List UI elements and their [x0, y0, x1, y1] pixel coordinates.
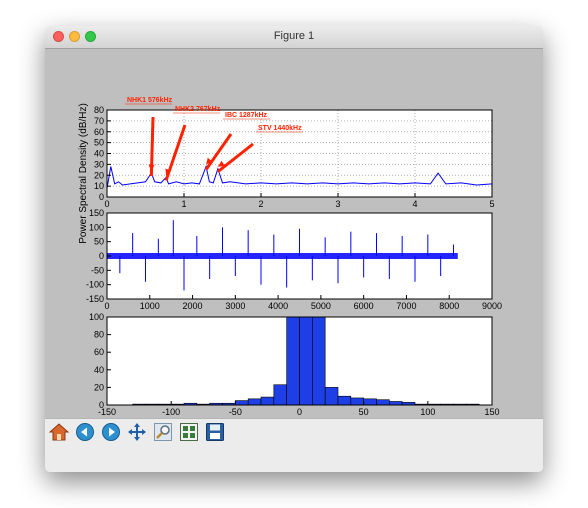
- x-tick-label: 150: [484, 407, 499, 417]
- x-tick-label: -50: [229, 407, 242, 417]
- x-tick-label: 1000: [140, 301, 160, 311]
- x-tick-label: 4000: [268, 301, 288, 311]
- y-tick-label: 50: [94, 237, 104, 247]
- y-tick-label: 100: [89, 222, 104, 232]
- y-tick-label: -150: [86, 294, 104, 304]
- histogram-bar: [324, 387, 339, 406]
- y-tick-label: 60: [94, 127, 104, 137]
- x-tick-label: 6000: [354, 301, 374, 311]
- histogram-bar: [389, 401, 403, 406]
- y-tick-label: 80: [94, 330, 104, 340]
- y-tick-label: 20: [94, 170, 104, 180]
- y-tick-label: 50: [94, 138, 104, 148]
- histogram-bar: [235, 400, 249, 406]
- zoom-icon: [154, 423, 172, 441]
- y-tick-label: 150: [89, 208, 104, 218]
- home-button[interactable]: [48, 422, 70, 442]
- forward-icon: [102, 423, 120, 441]
- y-tick-label: 0: [99, 192, 104, 202]
- window-title: Figure 1: [273, 30, 315, 42]
- y-tick-label: 0: [99, 251, 104, 261]
- histogram-bar: [350, 397, 364, 406]
- x-tick-label: 50: [359, 407, 369, 417]
- histogram-bar: [312, 316, 326, 406]
- subplots-icon: [180, 423, 198, 441]
- histogram-bar: [299, 316, 313, 406]
- annotation-label: NHK1 576kHz: [127, 97, 173, 104]
- histogram-bar: [247, 398, 262, 406]
- forward-button[interactable]: [101, 422, 121, 442]
- x-tick-label: 0: [104, 301, 109, 311]
- y-tick-label: 0: [99, 400, 104, 410]
- configure-subplots-button[interactable]: [179, 422, 199, 442]
- y-tick-label: 40: [94, 365, 104, 375]
- save-button[interactable]: [205, 422, 225, 442]
- y-tick-label: 20: [94, 382, 104, 392]
- y-axis-label: Power Spectral Density (dB/Hz): [78, 103, 89, 244]
- x-tick-label: 3000: [225, 301, 245, 311]
- y-tick-label: 10: [94, 181, 104, 191]
- figure-canvas[interactable]: 0 1 2 3 4 5 0 10 20 30 40 50 60 70 80 Power Spectral De…: [45, 49, 543, 418]
- histogram-bar: [363, 398, 377, 406]
- y-tick-label: -100: [86, 280, 104, 290]
- save-icon: [206, 423, 224, 441]
- histogram-bar: [337, 395, 352, 406]
- x-tick-label: 1: [181, 199, 186, 209]
- x-tick-label: 8000: [439, 301, 459, 311]
- annotation-label: NHK2 767kHz: [175, 106, 221, 113]
- pan-button[interactable]: [127, 422, 147, 442]
- pan-icon: [128, 423, 146, 441]
- x-tick-label: 7000: [396, 301, 416, 311]
- title-bar[interactable]: Figure 1: [45, 26, 543, 49]
- x-tick-label: 5000: [311, 301, 331, 311]
- histogram-bar: [286, 316, 300, 406]
- y-tick-label: 40: [94, 149, 104, 159]
- x-tick-label: 3: [335, 199, 340, 209]
- y-tick-label: -50: [91, 265, 104, 275]
- y-tick-label: 100: [89, 312, 104, 322]
- x-tick-label: 2000: [183, 301, 203, 311]
- x-tick-label: 0: [297, 407, 302, 417]
- x-tick-label: 2: [258, 199, 263, 209]
- x-tick-label: 0: [104, 199, 109, 209]
- annotation-label: IBC 1287kHz: [225, 112, 268, 119]
- x-tick-label: 5: [489, 199, 494, 209]
- x-tick-label: -100: [162, 407, 180, 417]
- histogram-bar: [273, 384, 287, 406]
- back-icon: [76, 423, 94, 441]
- navigation-toolbar: [45, 418, 543, 472]
- y-tick-label: 80: [94, 105, 104, 115]
- y-tick-label: 70: [94, 116, 104, 126]
- y-tick-label: 30: [94, 159, 104, 169]
- home-icon: [48, 423, 70, 441]
- histogram-bar: [376, 399, 390, 406]
- plots-svg: 0 1 2 3 4 501020304050607080Power Spectral De…: [78, 97, 502, 417]
- x-tick-label: 100: [420, 407, 435, 417]
- signal-band: [107, 253, 458, 259]
- y-tick-label: 60: [94, 347, 104, 357]
- histogram-bar: [260, 396, 275, 406]
- zoom-button[interactable]: [153, 422, 173, 442]
- x-tick-label: 9000: [482, 301, 502, 311]
- back-button[interactable]: [75, 422, 95, 442]
- x-tick-label: 4: [412, 199, 417, 209]
- annotation-label: STV 1440kHz: [258, 125, 302, 132]
- figure-window: Figure 1 0 1 2 3 4 5 0 10 20 30 40 50 60 70 80 Power Sp…: [45, 26, 543, 472]
